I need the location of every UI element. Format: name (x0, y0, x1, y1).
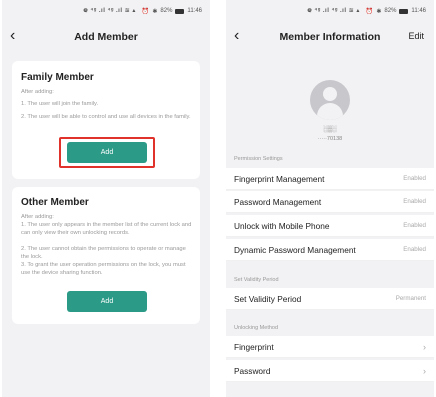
signal-icons: ᪤ ⁴ᵍ .ıl ⁴ᵍ .ıl ≋ ▴ (83, 7, 136, 14)
signal-icons: ᪤ ⁴ᵍ .ıl ⁴ᵍ .ıl ≋ ▴ (307, 7, 360, 14)
battery-icon (175, 8, 185, 14)
row-label: Fingerprint Management (234, 173, 325, 184)
row-label: Unlock with Mobile Phone (234, 220, 330, 231)
family-desc-2: 2. The user will be able to control and … (21, 114, 191, 120)
edit-button[interactable]: Edit (408, 31, 424, 41)
battery-percent: 82% (160, 8, 173, 14)
avatar (310, 80, 350, 120)
other-member-card: Other Member After adding: 1. The user o… (12, 187, 200, 324)
chevron-right-icon: › (423, 365, 426, 376)
add-member-screen: ᪤ ⁴ᵍ .ıl ⁴ᵍ .ıl ≋ ▴ ⏰ ✱ 82% 11:46 ‹ Add … (2, 0, 210, 397)
member-name: ░▒░ (323, 126, 337, 133)
profile-area: ░▒░ ·····70138 (226, 52, 434, 150)
row-label: Password Management (234, 196, 322, 207)
chevron-left-icon[interactable]: ‹ (10, 26, 15, 46)
row-value: Enabled (403, 246, 426, 253)
status-bar: ᪤ ⁴ᵍ .ıl ⁴ᵍ .ıl ≋ ▴ ⏰ ✱ 82% 11:46 (2, 0, 210, 22)
permission-row-dynamic-password[interactable]: Dynamic Password Management Enabled (226, 239, 434, 261)
member-information-screen: ᪤ ⁴ᵍ .ıl ⁴ᵍ .ıl ≋ ▴ ⏰ ✱ 82% 11:46 ‹ Memb… (226, 0, 434, 397)
battery-icon (399, 8, 409, 14)
bluetooth-icon: ✱ (152, 8, 158, 15)
member-phone: ·····70138 (317, 136, 343, 142)
family-after-label: After adding: (21, 89, 54, 95)
validity-period-header: Set Validity Period (234, 277, 279, 283)
row-label: Password (234, 365, 271, 376)
row-value: Enabled (403, 175, 426, 182)
permission-settings-header: Permission Settings (234, 156, 283, 162)
add-other-member-button[interactable]: Add (67, 291, 147, 312)
nav-bar: ‹ Member Information Edit (226, 22, 434, 52)
row-label: Fingerprint (234, 341, 274, 352)
page-title: Add Member (74, 31, 138, 43)
method-row-fingerprint[interactable]: Fingerprint › (226, 336, 434, 358)
row-value: Enabled (403, 198, 426, 205)
family-member-title: Family Member (21, 72, 94, 83)
family-member-card: Family Member After adding: 1. The user … (12, 61, 200, 179)
other-desc-3: 3. To grant the user operation permissio… (21, 262, 186, 276)
bluetooth-icon: ✱ (376, 8, 382, 15)
chevron-left-icon[interactable]: ‹ (234, 26, 239, 46)
permission-row-fingerprint[interactable]: Fingerprint Management Enabled (226, 168, 434, 190)
status-time: 11:46 (187, 8, 202, 14)
status-time: 11:46 (411, 8, 426, 14)
page-title: Member Information (279, 31, 381, 43)
permission-row-password[interactable]: Password Management Enabled (226, 191, 434, 213)
unlocking-method-header: Unlocking Method (234, 325, 279, 331)
validity-period-row[interactable]: Set Validity Period Permanent (226, 288, 434, 310)
other-desc-2: 2. The user cannot obtain the permission… (21, 246, 186, 260)
battery-percent: 82% (384, 8, 397, 14)
row-label: Set Validity Period (234, 293, 302, 304)
row-value: Enabled (403, 222, 426, 229)
other-member-title: Other Member (21, 197, 89, 208)
row-value: Permanent (395, 295, 426, 302)
nav-bar: ‹ Add Member (2, 22, 210, 52)
status-bar: ᪤ ⁴ᵍ .ıl ⁴ᵍ .ıl ≋ ▴ ⏰ ✱ 82% 11:46 (226, 0, 434, 22)
add-family-member-button[interactable]: Add (67, 142, 147, 163)
chevron-right-icon: › (423, 341, 426, 352)
permission-row-mobile-unlock[interactable]: Unlock with Mobile Phone Enabled (226, 215, 434, 237)
other-desc-1: 1. The user only appears in the member l… (21, 222, 192, 236)
row-label: Dynamic Password Management (234, 244, 356, 255)
method-row-password[interactable]: Password › (226, 360, 434, 382)
family-desc-1: 1. The user will join the family. (21, 101, 99, 107)
alarm-icon: ⏰ (141, 8, 150, 15)
alarm-icon: ⏰ (365, 8, 374, 15)
other-after-label: After adding: (21, 214, 54, 220)
